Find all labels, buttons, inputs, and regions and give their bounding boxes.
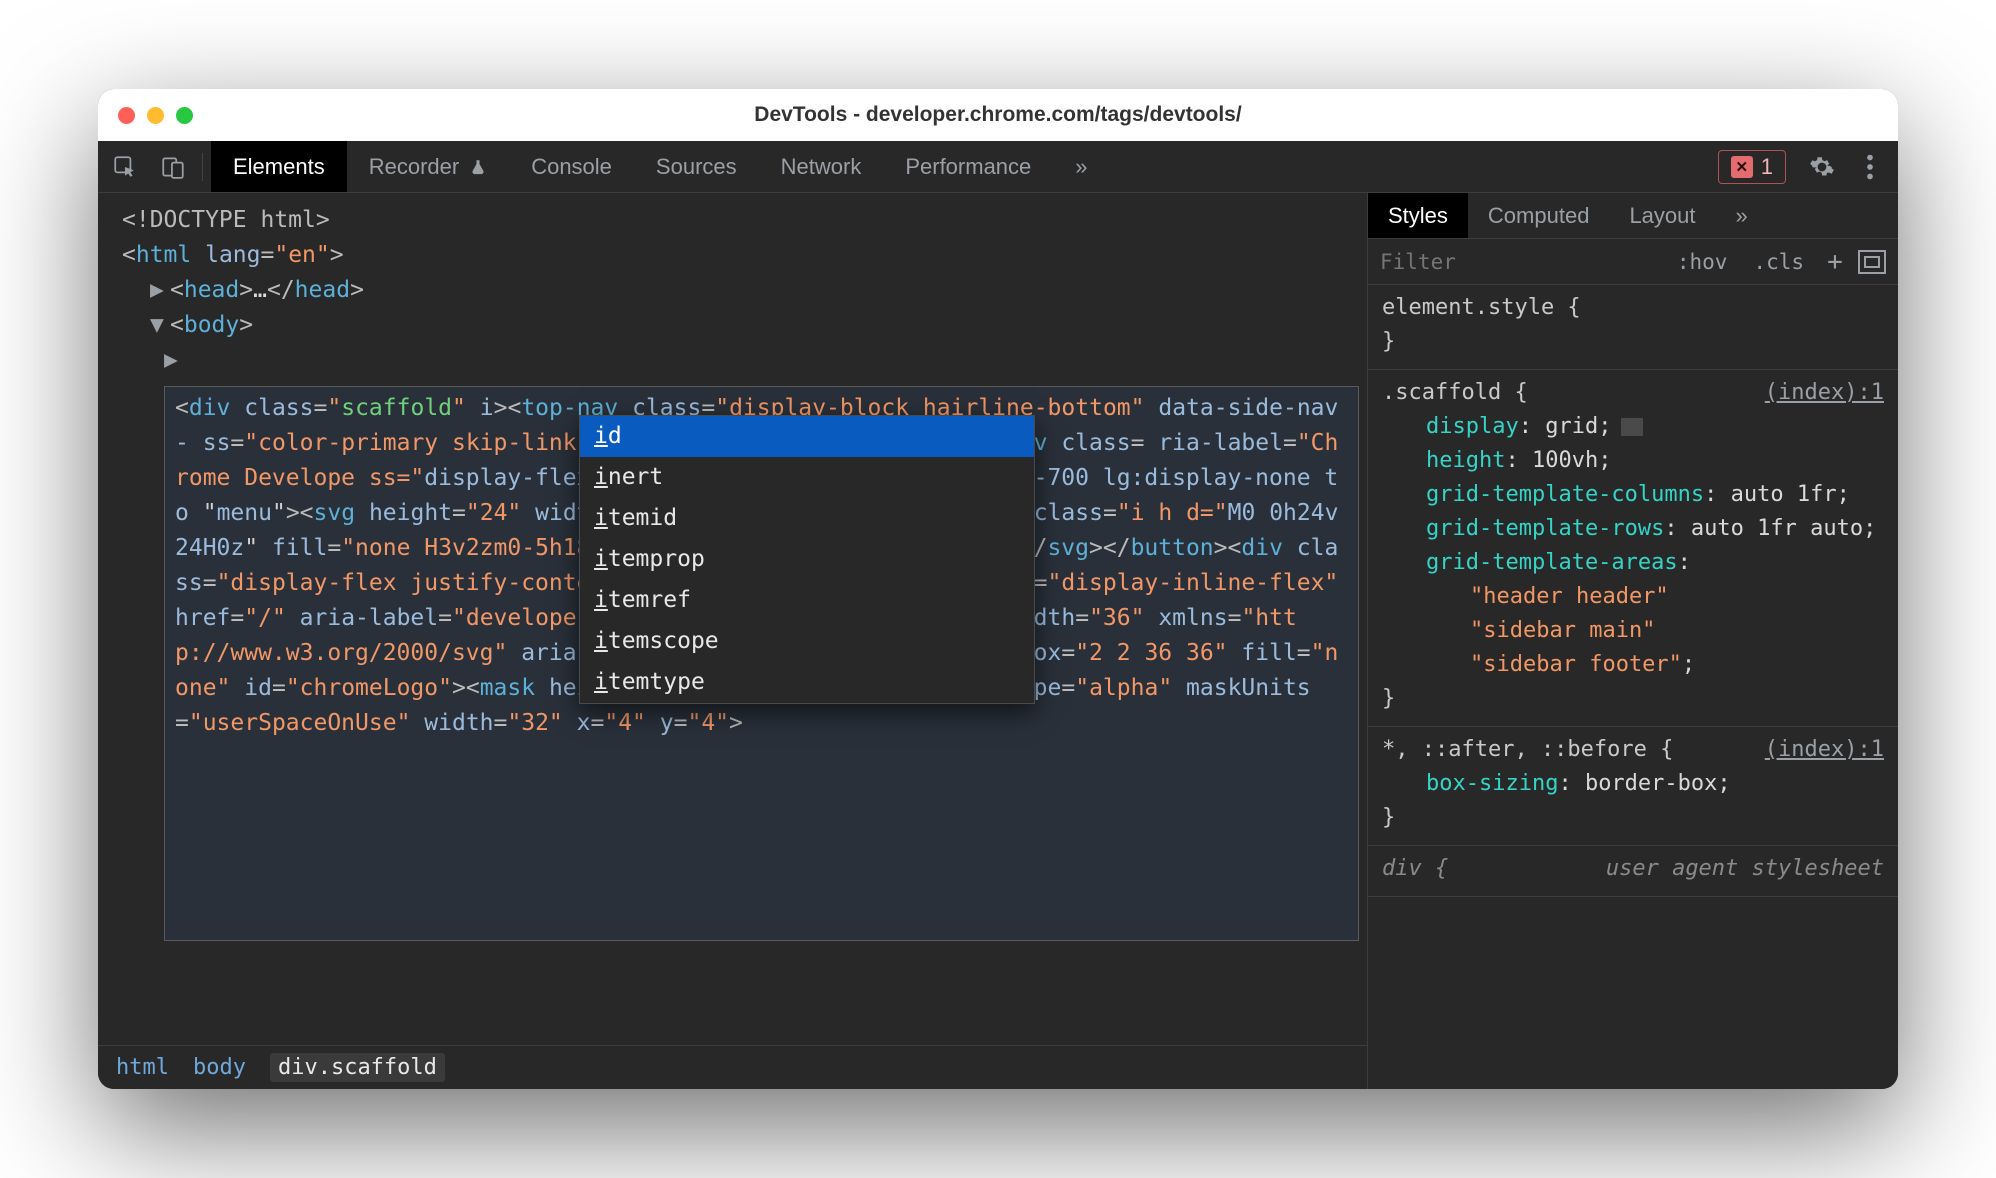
autocomplete-item[interactable]: itemtype xyxy=(580,662,1034,703)
expand-triangle-icon[interactable]: ▶ xyxy=(150,273,164,308)
crumb-html[interactable]: html xyxy=(116,1055,169,1080)
rule-selector[interactable]: *, ::after, ::before { xyxy=(1382,733,1673,767)
doctype-node: <!DOCTYPE html> xyxy=(122,207,330,233)
rule-source-link[interactable]: (index):1 xyxy=(1765,376,1884,410)
tab-elements[interactable]: Elements xyxy=(211,141,347,192)
attribute-autocomplete-popup: idinertitemiditempropitemrefitemscopeite… xyxy=(579,415,1035,704)
autocomplete-item[interactable]: itemref xyxy=(580,580,1034,621)
chevron-double-right-icon: » xyxy=(1736,203,1748,229)
tab-sources[interactable]: Sources xyxy=(634,141,759,192)
device-toolbar-button[interactable] xyxy=(152,146,194,188)
css-property[interactable]: grid-template-columns xyxy=(1426,482,1704,507)
tab-console-label: Console xyxy=(531,154,612,180)
ua-stylesheet-label: user agent stylesheet xyxy=(1606,852,1884,886)
tab-sources-label: Sources xyxy=(656,154,737,180)
error-count-value: 1 xyxy=(1761,154,1773,180)
rule-selector[interactable]: .scaffold { xyxy=(1382,376,1528,410)
selected-dom-node[interactable]: <div class="scaffold" i><top-nav class="… xyxy=(164,386,1359,941)
css-property[interactable]: display xyxy=(1426,414,1519,439)
tab-elements-label: Elements xyxy=(233,154,325,180)
box-model-icon[interactable] xyxy=(1858,250,1886,274)
ua-rule-selector: div { xyxy=(1382,852,1448,886)
tab-recorder[interactable]: Recorder xyxy=(347,141,509,192)
autocomplete-item[interactable]: itemid xyxy=(580,498,1034,539)
collapse-triangle-icon[interactable]: ▼ xyxy=(150,308,164,343)
inspect-element-button[interactable] xyxy=(104,146,146,188)
styles-filter-input[interactable] xyxy=(1380,250,1659,274)
styles-filter-bar: :hov .cls + xyxy=(1368,239,1898,285)
error-count-button[interactable]: ✕ 1 xyxy=(1718,150,1786,184)
window-title: DevTools - developer.chrome.com/tags/dev… xyxy=(98,103,1898,127)
toolbar-separator xyxy=(202,153,203,181)
crumb-div-scaffold[interactable]: div.scaffold xyxy=(270,1053,445,1082)
autocomplete-item[interactable]: itemprop xyxy=(580,539,1034,580)
cls-toggle[interactable]: .cls xyxy=(1745,248,1812,276)
autocomplete-item[interactable]: inert xyxy=(580,457,1034,498)
styles-tab[interactable]: Styles xyxy=(1368,193,1468,238)
devtools-toolbar: Elements Recorder Console Sources Networ… xyxy=(98,141,1898,193)
css-property[interactable]: height xyxy=(1426,448,1505,473)
more-options-button[interactable] xyxy=(1850,147,1890,187)
head-tag: head xyxy=(184,277,239,303)
styles-tabbar: Styles Computed Layout » xyxy=(1368,193,1898,239)
styles-tabs-overflow[interactable]: » xyxy=(1716,193,1768,238)
computed-tab[interactable]: Computed xyxy=(1468,193,1610,238)
zoom-window-button[interactable] xyxy=(176,107,193,124)
dom-tree[interactable]: <!DOCTYPE html> <html lang="en"> ▶<head>… xyxy=(98,193,1367,1045)
styles-rules-list: element.style {}.scaffold {(index):1disp… xyxy=(1368,285,1898,1089)
minimize-window-button[interactable] xyxy=(147,107,164,124)
flask-icon xyxy=(469,158,487,176)
gear-icon xyxy=(1809,154,1835,180)
tab-network[interactable]: Network xyxy=(759,141,884,192)
tab-performance-label: Performance xyxy=(905,154,1031,180)
styles-panel: Styles Computed Layout » :hov .cls + ele… xyxy=(1368,193,1898,1089)
html-tag: html xyxy=(136,242,191,268)
settings-button[interactable] xyxy=(1802,147,1842,187)
hov-toggle[interactable]: :hov xyxy=(1669,248,1736,276)
dom-breadcrumbs: html body div.scaffold xyxy=(98,1045,1367,1089)
close-window-button[interactable] xyxy=(118,107,135,124)
kebab-icon xyxy=(1866,154,1874,180)
devtools-window: DevTools - developer.chrome.com/tags/dev… xyxy=(98,89,1898,1089)
tab-performance[interactable]: Performance xyxy=(883,141,1053,192)
error-x-icon: ✕ xyxy=(1731,156,1753,178)
rule-source-link[interactable]: (index):1 xyxy=(1765,733,1884,767)
element-style-selector[interactable]: element.style { xyxy=(1382,291,1884,325)
autocomplete-item[interactable]: id xyxy=(580,416,1034,457)
grid-badge-icon[interactable] xyxy=(1621,418,1643,436)
tabs-overflow-button[interactable]: » xyxy=(1053,141,1109,192)
css-property[interactable]: box-sizing xyxy=(1426,771,1558,796)
autocomplete-item[interactable]: itemscope xyxy=(580,621,1034,662)
tab-recorder-label: Recorder xyxy=(369,154,459,180)
crumb-body[interactable]: body xyxy=(193,1055,246,1080)
new-style-rule-button[interactable]: + xyxy=(1822,249,1848,275)
layout-tab[interactable]: Layout xyxy=(1609,193,1715,238)
lang-attr: lang xyxy=(205,242,260,268)
elements-panel: <!DOCTYPE html> <html lang="en"> ▶<head>… xyxy=(98,193,1368,1089)
css-property[interactable]: grid-template-rows xyxy=(1426,516,1664,541)
chevron-double-right-icon: » xyxy=(1075,154,1087,180)
expand-triangle-icon[interactable]: ▶ xyxy=(164,343,178,378)
body-tag: body xyxy=(184,312,239,338)
tab-network-label: Network xyxy=(781,154,862,180)
tab-console[interactable]: Console xyxy=(509,141,634,192)
window-titlebar: DevTools - developer.chrome.com/tags/dev… xyxy=(98,89,1898,141)
lang-value: "en" xyxy=(274,242,329,268)
